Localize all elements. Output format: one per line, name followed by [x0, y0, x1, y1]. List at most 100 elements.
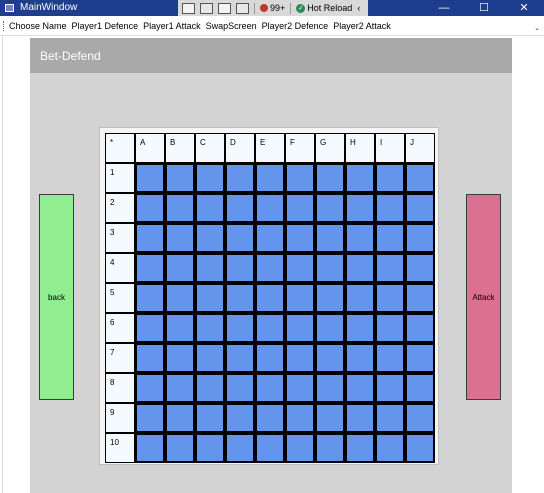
board-cell-i8[interactable]	[375, 373, 405, 403]
board-cell-b2[interactable]	[165, 193, 195, 223]
board-cell-e10[interactable]	[255, 433, 285, 463]
board-cell-a7[interactable]	[135, 343, 165, 373]
board-cell-e6[interactable]	[255, 313, 285, 343]
board-cell-g10[interactable]	[315, 433, 345, 463]
board-cell-b5[interactable]	[165, 283, 195, 313]
pointer-icon[interactable]	[200, 2, 213, 14]
board-cell-j8[interactable]	[405, 373, 435, 403]
board-cell-g7[interactable]	[315, 343, 345, 373]
back-button[interactable]: back	[39, 194, 74, 400]
select-element-icon[interactable]	[182, 2, 195, 14]
track-focus-icon[interactable]	[236, 2, 249, 14]
board-cell-f4[interactable]	[285, 253, 315, 283]
board-cell-d2[interactable]	[225, 193, 255, 223]
attack-button[interactable]: Attack	[466, 194, 501, 400]
board-cell-f5[interactable]	[285, 283, 315, 313]
board-cell-g6[interactable]	[315, 313, 345, 343]
collapse-toolbar-icon[interactable]: ‹	[357, 3, 360, 13]
menu-grip[interactable]	[3, 21, 5, 31]
minimize-button[interactable]: —	[424, 0, 464, 16]
board-cell-e8[interactable]	[255, 373, 285, 403]
board-cell-c10[interactable]	[195, 433, 225, 463]
board-cell-h4[interactable]	[345, 253, 375, 283]
board-cell-a4[interactable]	[135, 253, 165, 283]
menu-item-choose-name[interactable]: Choose Name	[9, 21, 67, 31]
board-cell-b3[interactable]	[165, 223, 195, 253]
board-cell-f2[interactable]	[285, 193, 315, 223]
board-cell-h5[interactable]	[345, 283, 375, 313]
board-cell-d8[interactable]	[225, 373, 255, 403]
board-cell-c5[interactable]	[195, 283, 225, 313]
board-cell-e4[interactable]	[255, 253, 285, 283]
board-cell-d3[interactable]	[225, 223, 255, 253]
board-cell-j1[interactable]	[405, 163, 435, 193]
board-cell-h7[interactable]	[345, 343, 375, 373]
board-cell-d6[interactable]	[225, 313, 255, 343]
board-cell-e1[interactable]	[255, 163, 285, 193]
board-cell-i5[interactable]	[375, 283, 405, 313]
board-cell-a8[interactable]	[135, 373, 165, 403]
maximize-button[interactable]: ☐	[464, 0, 504, 16]
board-cell-g8[interactable]	[315, 373, 345, 403]
board-cell-h2[interactable]	[345, 193, 375, 223]
board-cell-a10[interactable]	[135, 433, 165, 463]
board-cell-i7[interactable]	[375, 343, 405, 373]
board-cell-a1[interactable]	[135, 163, 165, 193]
board-cell-e5[interactable]	[255, 283, 285, 313]
board-cell-i9[interactable]	[375, 403, 405, 433]
board-cell-h10[interactable]	[345, 433, 375, 463]
board-cell-g4[interactable]	[315, 253, 345, 283]
close-button[interactable]: ✕	[504, 0, 544, 16]
board-cell-a5[interactable]	[135, 283, 165, 313]
layout-adorner-icon[interactable]	[218, 2, 231, 14]
board-cell-h6[interactable]	[345, 313, 375, 343]
board-cell-f10[interactable]	[285, 433, 315, 463]
menu-item-swap-screen[interactable]: SwapScreen	[206, 21, 257, 31]
board-cell-c2[interactable]	[195, 193, 225, 223]
board-cell-c8[interactable]	[195, 373, 225, 403]
board-cell-h8[interactable]	[345, 373, 375, 403]
board-cell-f8[interactable]	[285, 373, 315, 403]
board-cell-d4[interactable]	[225, 253, 255, 283]
board-cell-j6[interactable]	[405, 313, 435, 343]
board-cell-d9[interactable]	[225, 403, 255, 433]
board-cell-e9[interactable]	[255, 403, 285, 433]
menu-item-player1-attack[interactable]: Player1 Attack	[143, 21, 201, 31]
board-cell-d10[interactable]	[225, 433, 255, 463]
board-cell-h1[interactable]	[345, 163, 375, 193]
board-cell-g5[interactable]	[315, 283, 345, 313]
board-cell-g9[interactable]	[315, 403, 345, 433]
board-cell-e2[interactable]	[255, 193, 285, 223]
board-cell-j3[interactable]	[405, 223, 435, 253]
board-cell-d7[interactable]	[225, 343, 255, 373]
menu-item-player2-defence[interactable]: Player2 Defence	[262, 21, 329, 31]
board-cell-d5[interactable]	[225, 283, 255, 313]
board-cell-i6[interactable]	[375, 313, 405, 343]
board-cell-f3[interactable]	[285, 223, 315, 253]
menu-item-player1-defence[interactable]: Player1 Defence	[72, 21, 139, 31]
board-cell-f7[interactable]	[285, 343, 315, 373]
board-cell-b9[interactable]	[165, 403, 195, 433]
board-cell-i4[interactable]	[375, 253, 405, 283]
board-cell-h9[interactable]	[345, 403, 375, 433]
board-cell-b1[interactable]	[165, 163, 195, 193]
board-cell-c6[interactable]	[195, 313, 225, 343]
board-cell-c3[interactable]	[195, 223, 225, 253]
board-cell-g1[interactable]	[315, 163, 345, 193]
menu-overflow-icon[interactable]: ⌄	[534, 24, 540, 32]
board-cell-c1[interactable]	[195, 163, 225, 193]
board-cell-j2[interactable]	[405, 193, 435, 223]
board-cell-j7[interactable]	[405, 343, 435, 373]
board-cell-i10[interactable]	[375, 433, 405, 463]
board-cell-g2[interactable]	[315, 193, 345, 223]
board-cell-b7[interactable]	[165, 343, 195, 373]
board-cell-f9[interactable]	[285, 403, 315, 433]
board-cell-f6[interactable]	[285, 313, 315, 343]
board-cell-i2[interactable]	[375, 193, 405, 223]
board-cell-f1[interactable]	[285, 163, 315, 193]
board-cell-b10[interactable]	[165, 433, 195, 463]
board-cell-c9[interactable]	[195, 403, 225, 433]
board-cell-a9[interactable]	[135, 403, 165, 433]
board-cell-b4[interactable]	[165, 253, 195, 283]
board-cell-c7[interactable]	[195, 343, 225, 373]
